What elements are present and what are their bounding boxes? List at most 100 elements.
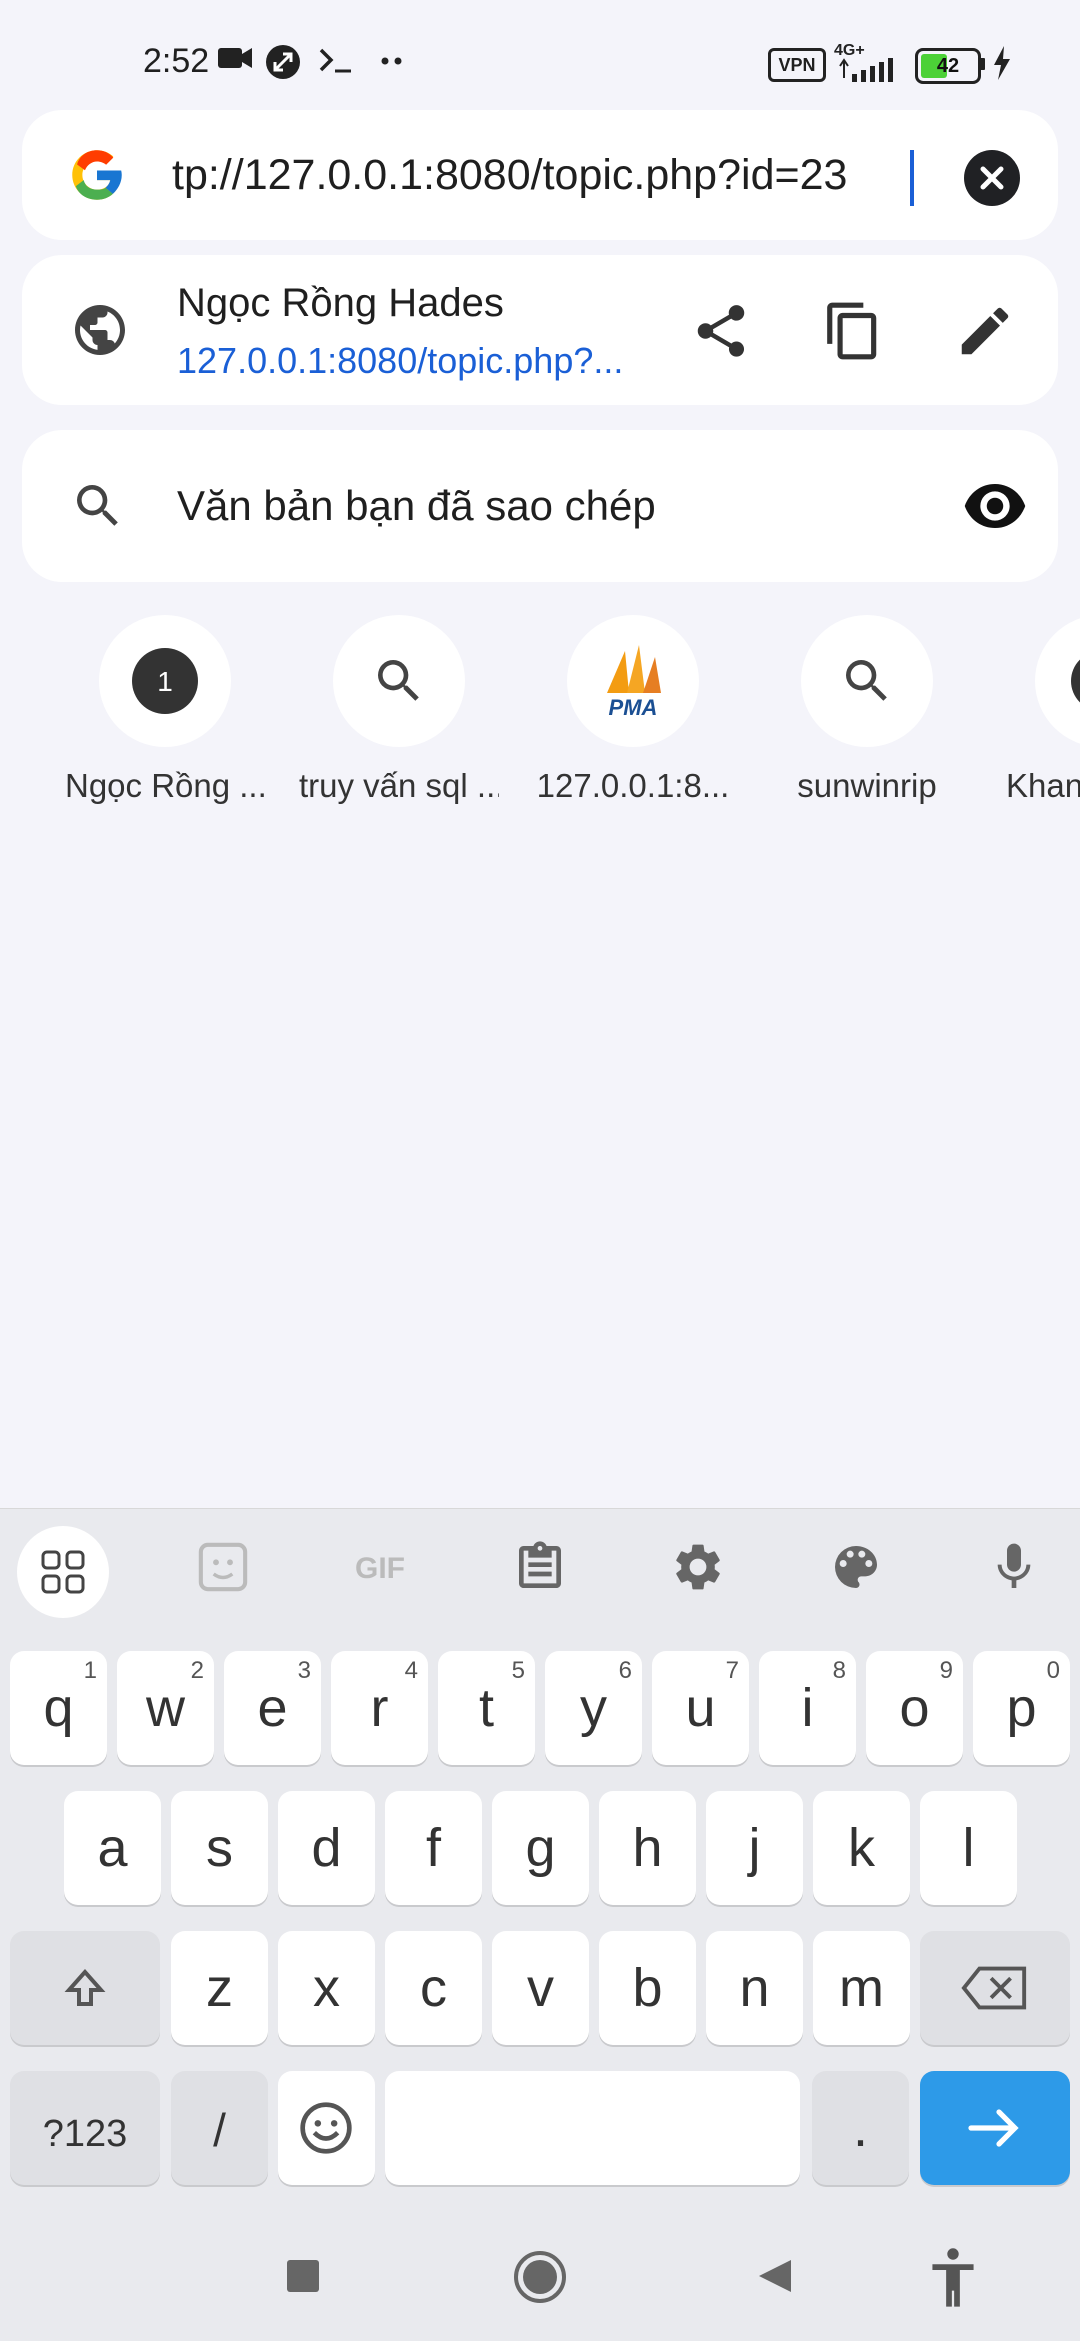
key-m[interactable]: m: [813, 1931, 910, 2045]
terminal-icon: [319, 48, 351, 73]
tile-icon-circle: PMA: [567, 615, 699, 747]
key-o[interactable]: o9: [866, 1651, 963, 1765]
key-hint: 2: [190, 1657, 204, 1684]
key-l[interactable]: l: [920, 1791, 1017, 1905]
key-label: x: [313, 1958, 340, 2018]
emoji-key[interactable]: [278, 2071, 375, 2185]
clipboard-suggestion[interactable]: Văn bản bạn đã sao chép: [22, 430, 1058, 582]
key-label: w: [146, 1678, 185, 1738]
key-w[interactable]: w2: [117, 1651, 214, 1765]
clipboard-text: Văn bản bạn đã sao chép: [177, 482, 656, 529]
text-cursor: [910, 150, 914, 206]
key-z[interactable]: z: [171, 1931, 268, 2045]
shortcut-tile-sunwinrip[interactable]: sunwinrip: [767, 615, 967, 805]
shift-arrow-icon: [64, 1968, 106, 2006]
search-icon: [77, 485, 118, 526]
omnibox[interactable]: tp://127.0.0.1:8080/topic.php?id=23: [22, 110, 1058, 240]
shift-key[interactable]: [10, 1931, 160, 2045]
shortcut-tile-tabs[interactable]: 1 Ngọc Rồng ...: [65, 615, 265, 805]
shortcut-tile-localhost[interactable]: PMA 127.0.0.1:8...: [533, 615, 733, 805]
key-j[interactable]: j: [706, 1791, 803, 1905]
sticker-icon[interactable]: [195, 1539, 251, 1595]
key-s[interactable]: s: [171, 1791, 268, 1905]
suggestion-url: 127.0.0.1:8080/topic.php?...: [177, 340, 624, 381]
tile-label: Khan: [1006, 767, 1080, 804]
key-f[interactable]: f: [385, 1791, 482, 1905]
shortcut-tile-partial[interactable]: Khan: [1001, 615, 1080, 805]
key-p[interactable]: p0: [973, 1651, 1070, 1765]
key-d[interactable]: d: [278, 1791, 375, 1905]
key-q[interactable]: q1: [10, 1651, 107, 1765]
svg-text:GIF: GIF: [355, 1552, 405, 1585]
key-t[interactable]: t5: [438, 1651, 535, 1765]
search-icon: [378, 660, 419, 701]
shortcut-tile-sql-search[interactable]: truy vấn sql ...: [299, 615, 499, 805]
key-label: e: [257, 1678, 288, 1738]
key-k[interactable]: k: [813, 1791, 910, 1905]
vpn-badge: VPN: [768, 48, 826, 82]
key-n[interactable]: n: [706, 1931, 803, 2045]
key-e[interactable]: e3: [224, 1651, 321, 1765]
current-page-suggestion[interactable]: Ngọc Rồng Hades 127.0.0.1:8080/topic.php…: [22, 255, 1058, 405]
key-label: n: [739, 1958, 770, 2018]
back-triangle-icon[interactable]: [755, 2256, 795, 2296]
key-hint: 6: [618, 1657, 632, 1684]
share-icon[interactable]: [690, 300, 752, 362]
key-hint: 4: [404, 1657, 418, 1684]
slash-key[interactable]: /: [171, 2071, 268, 2185]
battery-indicator: 42: [915, 48, 981, 84]
palette-icon[interactable]: [828, 1539, 884, 1595]
phpmyadmin-logo: PMA: [607, 645, 661, 720]
search-icon: [846, 660, 887, 701]
symbols-key[interactable]: ?123: [10, 2071, 160, 2185]
microphone-icon[interactable]: [986, 1539, 1042, 1595]
edit-pencil-icon[interactable]: [954, 300, 1016, 362]
key-label: m: [839, 1958, 884, 2018]
arrow-right-icon: [968, 2109, 1019, 2147]
key-g[interactable]: g: [492, 1791, 589, 1905]
eye-icon[interactable]: [962, 480, 1028, 532]
clear-url-button[interactable]: [964, 150, 1020, 206]
emoji-smiley-icon: [300, 2102, 352, 2154]
key-label: v: [527, 1958, 554, 2018]
key-label: y: [580, 1678, 607, 1738]
key-y[interactable]: y6: [545, 1651, 642, 1765]
key-u[interactable]: u7: [652, 1651, 749, 1765]
grid-apps-icon: [41, 1550, 85, 1594]
key-label: .: [852, 2098, 868, 2158]
space-bar[interactable]: [385, 2071, 800, 2185]
key-hint: 9: [939, 1657, 953, 1684]
key-i[interactable]: i8: [759, 1651, 856, 1765]
backspace-key[interactable]: [920, 1931, 1070, 2045]
key-hint: 5: [511, 1657, 525, 1684]
key-b[interactable]: b: [599, 1931, 696, 2045]
apps-button[interactable]: [17, 1526, 109, 1618]
suggestion-title: Ngọc Rồng Hades: [177, 281, 504, 325]
globe-icon: [75, 305, 125, 355]
key-label: ?123: [42, 2113, 128, 2155]
recents-square-icon[interactable]: [283, 2256, 323, 2296]
navigation-bar: [0, 2220, 1080, 2340]
key-label: /: [213, 2104, 226, 2156]
key-c[interactable]: c: [385, 1931, 482, 2045]
google-logo: [72, 150, 122, 200]
url-input[interactable]: tp://127.0.0.1:8080/topic.php?id=23: [172, 140, 932, 210]
close-icon: [980, 166, 1004, 190]
period-key[interactable]: .: [812, 2071, 909, 2185]
key-r[interactable]: r4: [331, 1651, 428, 1765]
home-circle-icon[interactable]: [513, 2250, 567, 2304]
enter-go-key[interactable]: [920, 2071, 1070, 2185]
key-label: p: [1006, 1678, 1037, 1738]
video-record-icon: [218, 48, 252, 68]
key-h[interactable]: h: [599, 1791, 696, 1905]
clipboard-icon[interactable]: [512, 1539, 568, 1595]
settings-gear-icon[interactable]: [670, 1539, 726, 1595]
key-a[interactable]: a: [64, 1791, 161, 1905]
key-label: h: [632, 1818, 663, 1878]
copy-icon[interactable]: [822, 300, 884, 362]
key-hint: 7: [725, 1657, 739, 1684]
key-x[interactable]: x: [278, 1931, 375, 2045]
gif-icon[interactable]: GIF: [345, 1547, 415, 1587]
accessibility-icon[interactable]: [925, 2246, 981, 2310]
key-v[interactable]: v: [492, 1931, 589, 2045]
